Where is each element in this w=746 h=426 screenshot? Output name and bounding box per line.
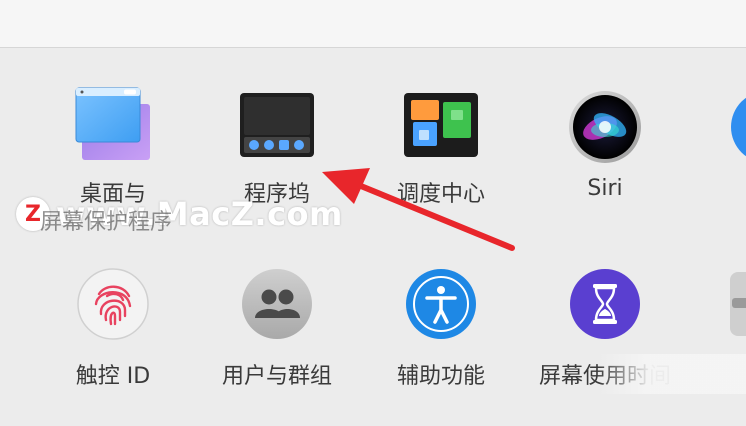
watermark-logo-letter: Z: [25, 201, 41, 227]
partial-pref-label: 屏幕保护程序: [40, 210, 173, 235]
